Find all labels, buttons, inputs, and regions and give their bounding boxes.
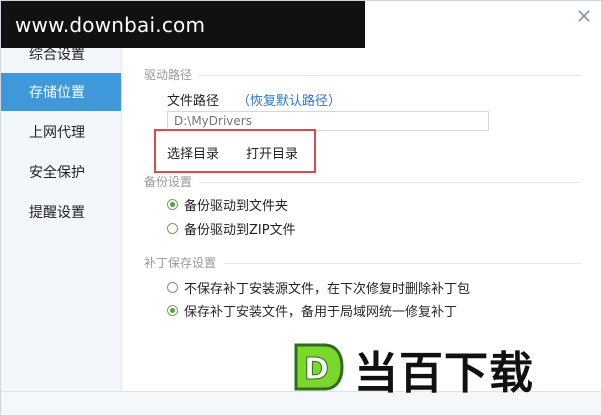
sidebar-item-label: 上网代理 <box>29 125 85 141</box>
section-title-driver-path: 驱动路径 <box>144 68 193 82</box>
sidebar-item-reminder[interactable]: 提醒设置 <box>1 193 121 231</box>
close-icon[interactable] <box>577 9 591 23</box>
select-directory-button[interactable]: 选择目录 <box>167 143 219 162</box>
sidebar-item-label: 提醒设置 <box>29 205 85 221</box>
radio-button-icon <box>167 305 178 316</box>
settings-sidebar: 综合设置 存储位置 上网代理 安全保护 提醒设置 <box>1 35 122 391</box>
patch-option-label: 保存补丁安装文件，备用于局域网统一修复补丁 <box>184 305 458 320</box>
section-divider <box>199 182 581 183</box>
sidebar-item-security[interactable]: 安全保护 <box>1 153 121 191</box>
patch-option-delete[interactable]: 不保存补丁安装源文件，在下次修复时删除补丁包 <box>167 278 470 297</box>
settings-window: www.downbai.com 综合设置 存储位置 上网代理 安全保护 提醒设置… <box>0 0 602 416</box>
radio-button-icon <box>167 282 178 293</box>
backup-option-zip[interactable]: 备份驱动到ZIP文件 <box>167 219 296 238</box>
section-title-patch-storage: 补丁保存设置 <box>144 256 217 270</box>
driver-path-input[interactable] <box>167 111 489 131</box>
bottom-bar <box>1 391 601 415</box>
sidebar-item-label: 安全保护 <box>29 165 85 181</box>
open-directory-button[interactable]: 打开目录 <box>246 143 298 162</box>
radio-button-icon <box>167 223 178 234</box>
backup-option-folder[interactable]: 备份驱动到文件夹 <box>167 195 288 214</box>
watermark-banner: www.downbai.com <box>1 1 365 48</box>
section-divider <box>198 75 581 76</box>
sidebar-item-label: 存储位置 <box>29 85 85 101</box>
settings-content: 驱动路径 文件路径 （恢复默认路径） 选择目录 打开目录 备份设置 备份驱动到文… <box>122 35 601 391</box>
radio-button-icon <box>167 199 178 210</box>
backup-option-label: 备份驱动到ZIP文件 <box>184 223 296 238</box>
restore-default-path-link[interactable]: （恢复默认路径） <box>237 90 341 109</box>
watermark-text: www.downbai.com <box>15 12 206 37</box>
patch-option-label: 不保存补丁安装源文件，在下次修复时删除补丁包 <box>184 282 471 297</box>
sidebar-item-storage-location[interactable]: 存储位置 <box>1 73 121 111</box>
section-title-backup-settings: 备份设置 <box>144 175 193 189</box>
patch-option-keep[interactable]: 保存补丁安装文件，备用于局域网统一修复补丁 <box>167 301 457 320</box>
file-path-label: 文件路径 <box>167 94 220 109</box>
sidebar-item-proxy[interactable]: 上网代理 <box>1 113 121 151</box>
section-divider <box>224 263 581 264</box>
backup-option-label: 备份驱动到文件夹 <box>184 199 289 214</box>
